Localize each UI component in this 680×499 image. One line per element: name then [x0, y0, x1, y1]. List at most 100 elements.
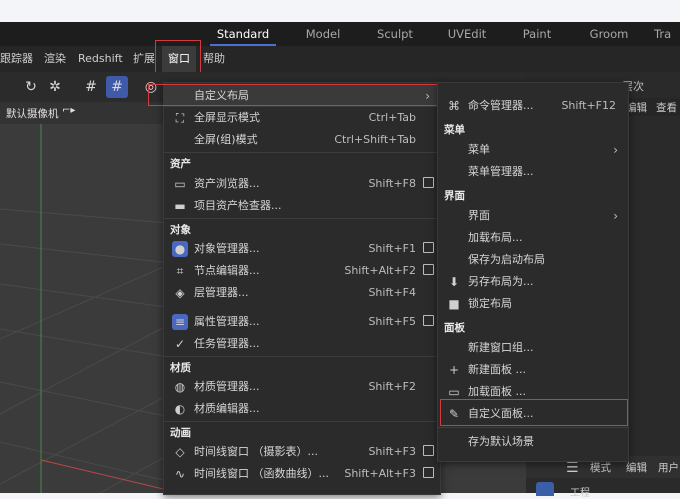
menu-item-label: 全屏(组)模式: [194, 133, 258, 146]
menu-item-shortcut: Shift+Alt+F3: [344, 467, 416, 480]
menu-item-label: 界面: [468, 209, 490, 222]
bottom-menu-edit[interactable]: 编辑: [626, 460, 647, 475]
diamond-icon: ◇: [175, 445, 185, 459]
menu-item-layer-manager[interactable]: ◈ 层管理器... Shift+F4: [164, 282, 440, 304]
snap-grid-icon[interactable]: #: [106, 76, 128, 98]
menu-item-label: 资产浏览器...: [194, 177, 260, 190]
material-manager-icon: ◍: [174, 380, 186, 394]
menu-item-label: 加载布局...: [468, 231, 523, 244]
submenu-item-lock-layout[interactable]: ■ 锁定布局: [438, 293, 628, 315]
camera-label[interactable]: 默认摄像机: [6, 106, 59, 121]
menu-item-timeline-dopesheet[interactable]: ◇ 时间线窗口 （摄影表）... Shift+F3: [164, 441, 440, 463]
folder-icon: ▭: [448, 385, 460, 399]
menu-redshift[interactable]: Redshift: [78, 46, 123, 72]
highlight-custom-panel: [440, 399, 628, 426]
tab-tra[interactable]: Tra: [654, 22, 680, 46]
menu-item-label: 任务管理器...: [194, 337, 260, 350]
section-interface: 界面: [444, 190, 465, 202]
menu-item-label: 属性管理器...: [194, 315, 260, 328]
project-icon[interactable]: [536, 482, 554, 496]
menu-item-timeline-fcurve[interactable]: ∿ 时间线窗口 （函数曲线）... Shift+Alt+F3: [164, 463, 440, 485]
tab-sculpt[interactable]: Sculpt: [366, 22, 424, 46]
submenu-item-command-manager[interactable]: ⌘ 命令管理器... Shift+F12: [438, 95, 628, 117]
menu-extensions[interactable]: 扩展: [133, 46, 155, 72]
object-manager-icon: ●: [172, 241, 188, 257]
menu-item-material-editor[interactable]: ◐ 材质编辑器...: [164, 398, 440, 420]
submenu-item-menu[interactable]: 菜单 ›: [438, 139, 628, 161]
divider: [164, 356, 440, 357]
menu-item-shortcut: Ctrl+Tab: [368, 111, 416, 124]
section-menu: 菜单: [444, 124, 465, 136]
settings-icon[interactable]: ✲: [44, 76, 66, 98]
tab-model[interactable]: Model: [294, 22, 352, 46]
section-animation: 动画: [170, 427, 191, 439]
open-external-icon[interactable]: [423, 264, 434, 275]
submenu-item-interface[interactable]: 界面 ›: [438, 205, 628, 227]
submenu-item-save-startup-layout[interactable]: 保存为启动布局: [438, 249, 628, 271]
menu-item-shortcut: Shift+F8: [368, 177, 416, 190]
submenu-item-menu-manager[interactable]: 菜单管理器...: [438, 161, 628, 183]
tab-uvedit[interactable]: UVEdit: [438, 22, 496, 46]
plus-icon: +: [448, 363, 460, 377]
lock-icon: ■: [448, 297, 460, 311]
open-external-icon[interactable]: [423, 467, 434, 478]
open-external-icon[interactable]: [423, 242, 434, 253]
right-menu-view[interactable]: 查看: [656, 100, 677, 115]
menu-render[interactable]: 渲染: [44, 46, 66, 72]
menu-item-label: 另存布局为...: [468, 275, 534, 288]
right-menu-edit[interactable]: 编辑: [626, 100, 647, 115]
project-label[interactable]: 工程: [570, 484, 590, 499]
divider: [164, 218, 440, 219]
menu-item-fullscreen[interactable]: ⛶ 全屏显示模式 Ctrl+Tab: [164, 107, 440, 129]
menu-item-material-manager[interactable]: ◍ 材质管理器... Shift+F2: [164, 376, 440, 398]
open-external-icon[interactable]: [423, 315, 434, 326]
menu-item-label: 层管理器...: [194, 286, 249, 299]
bottom-menu-user[interactable]: 用户: [658, 460, 679, 475]
submenu-item-load-layout[interactable]: 加载布局...: [438, 227, 628, 249]
grid-icon[interactable]: #: [80, 76, 102, 98]
menu-item-shortcut: Shift+Alt+F2: [344, 264, 416, 277]
rotate-icon[interactable]: ↻: [20, 76, 42, 98]
asset-browser-icon: ▭: [174, 177, 186, 191]
menu-item-label: 对象管理器...: [194, 242, 260, 255]
menu-item-attribute-manager[interactable]: ≡ 属性管理器... Shift+F5: [164, 311, 440, 333]
menu-help[interactable]: 帮助: [203, 46, 225, 72]
menu-item-label: 材质编辑器...: [194, 402, 260, 415]
submenu-item-save-layout-as[interactable]: ⬇ 另存布局为...: [438, 271, 628, 293]
section-materials: 材质: [170, 362, 191, 374]
submenu-item-save-default-scene[interactable]: 存为默认场景: [438, 431, 628, 453]
submenu-item-new-window-group[interactable]: 新建窗口组...: [438, 337, 628, 359]
attribute-manager-icon: ≡: [172, 314, 188, 330]
menu-tracker[interactable]: 跟踪器: [0, 46, 33, 72]
menu-item-shortcut: Shift+F12: [561, 99, 616, 112]
tab-standard[interactable]: Standard: [210, 22, 276, 46]
bottom-menu-mode[interactable]: 模式: [590, 460, 611, 475]
menu-item-object-manager[interactable]: ● 对象管理器... Shift+F1: [164, 238, 440, 260]
menu-item-label: 菜单: [468, 143, 490, 156]
camera-icon[interactable]: ⌐▸: [62, 105, 75, 116]
menu-item-label: 新建窗口组...: [468, 341, 534, 354]
menu-item-task-manager[interactable]: ✓ 任务管理器...: [164, 333, 440, 355]
tab-groom[interactable]: Groom: [580, 22, 638, 46]
menu-item-fullscreen-group[interactable]: 全屏(组)模式 Ctrl+Shift+Tab: [164, 129, 440, 151]
node-editor-icon: ⌗: [176, 264, 184, 278]
material-editor-icon: ◐: [174, 402, 186, 416]
open-external-icon[interactable]: [423, 177, 434, 188]
command-icon: ⌘: [448, 99, 460, 113]
submenu-item-new-panel[interactable]: + 新建面板 ...: [438, 359, 628, 381]
menu-item-project-asset-inspector[interactable]: ▬ 项目资产检查器...: [164, 195, 440, 217]
tab-paint[interactable]: Paint: [510, 22, 564, 46]
chevron-right-icon: ›: [613, 143, 618, 157]
menu-item-node-editor[interactable]: ⌗ 节点编辑器... Shift+Alt+F2: [164, 260, 440, 282]
chevron-right-icon: ›: [613, 209, 618, 223]
menu-item-asset-browser[interactable]: ▭ 资产浏览器... Shift+F8: [164, 173, 440, 195]
highlight-window-menu: [155, 40, 201, 75]
hamburger-icon[interactable]: ☰: [566, 460, 579, 476]
section-objects: 对象: [170, 224, 191, 236]
open-external-icon[interactable]: [423, 445, 434, 456]
divider: [164, 421, 440, 422]
menu-item-label: 节点编辑器...: [194, 264, 260, 277]
check-circle-icon: ✓: [174, 337, 186, 351]
fullscreen-icon: ⛶: [175, 111, 185, 125]
menu-bar: 跟踪器 渲染 Redshift 扩展 窗口 帮助: [0, 46, 680, 72]
